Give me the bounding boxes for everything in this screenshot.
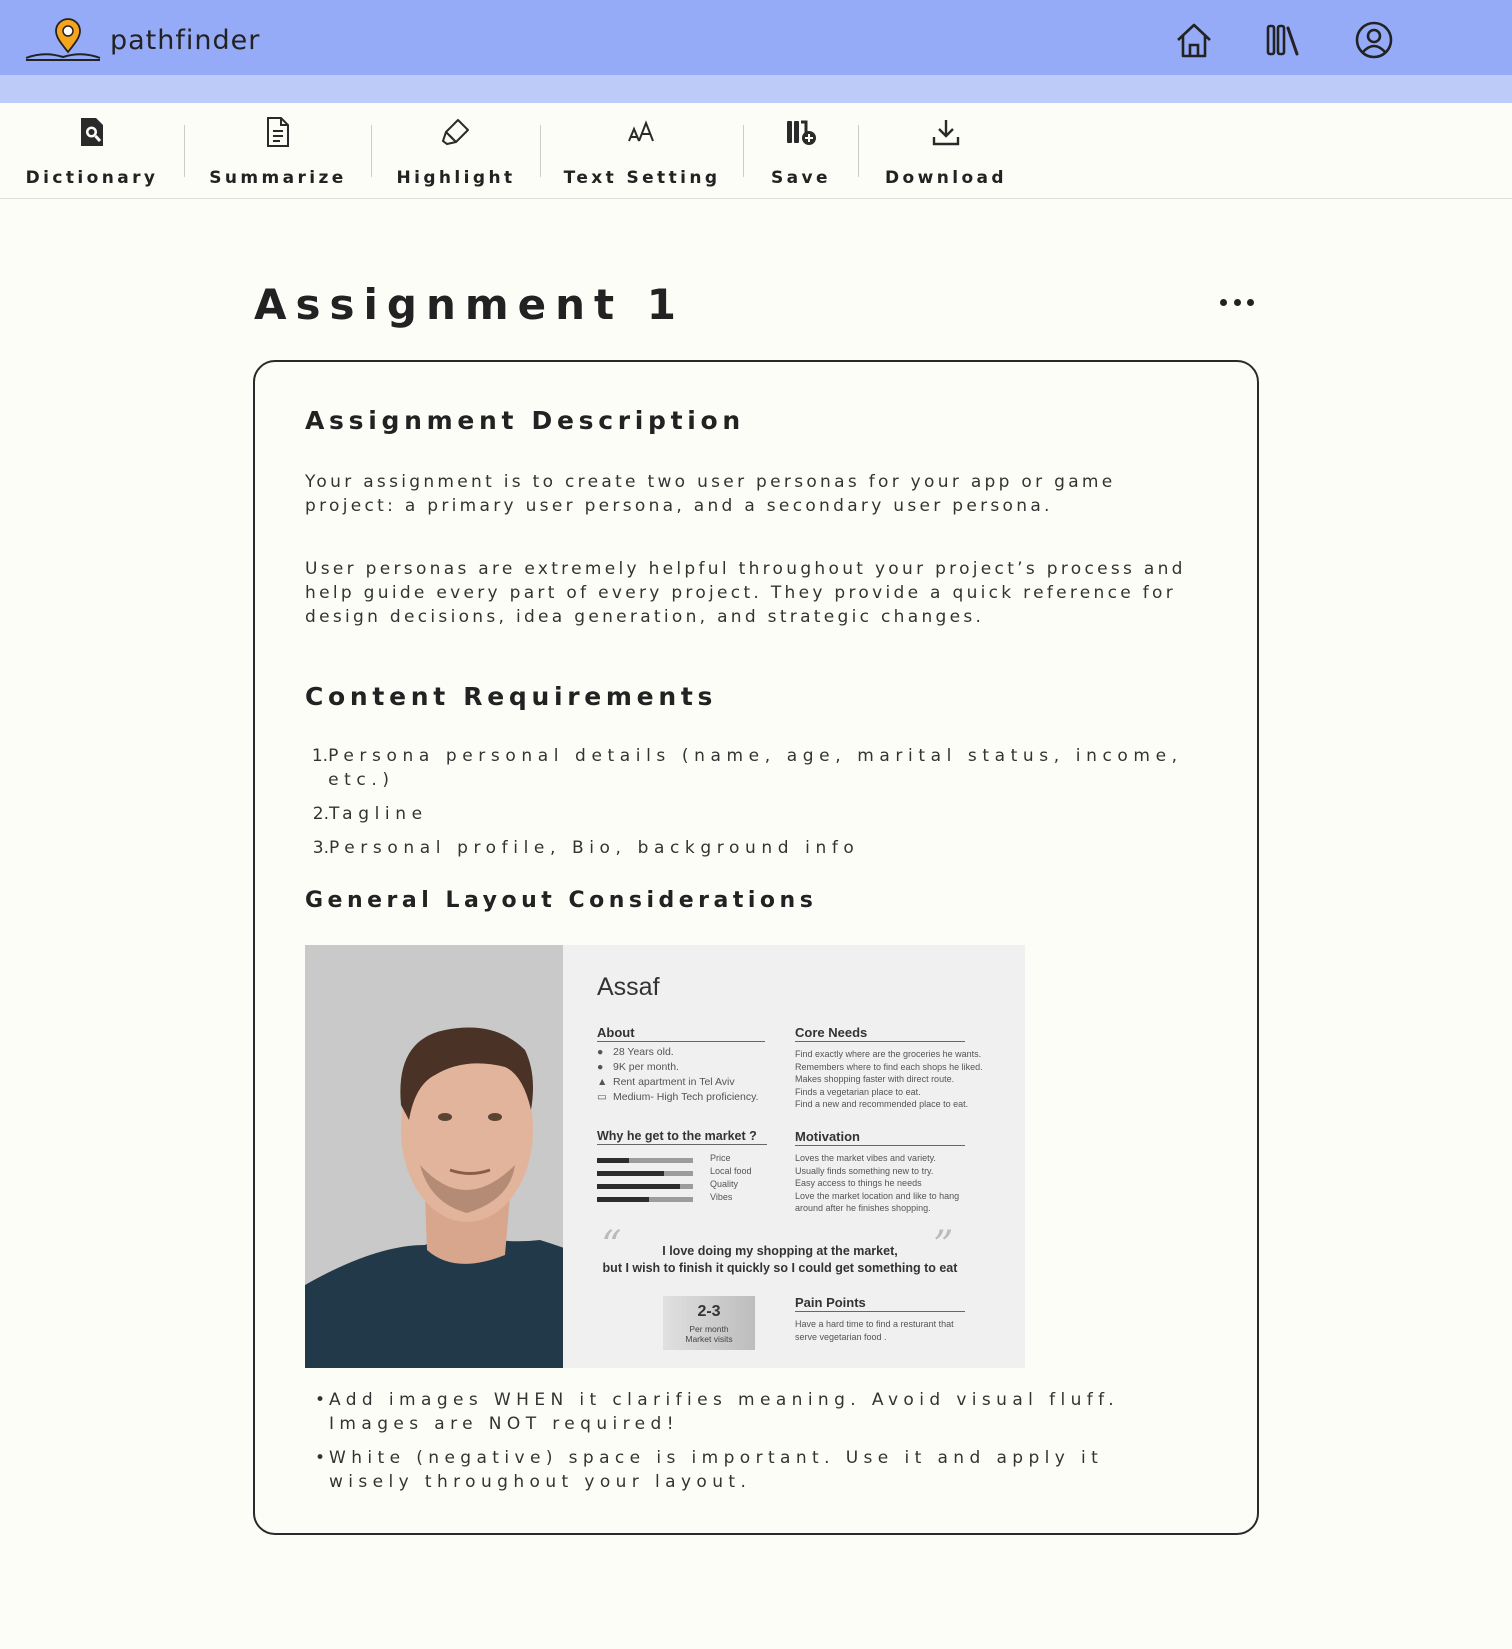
- persona-bar: [597, 1197, 693, 1202]
- ellipsis-dot-icon: [1247, 298, 1254, 306]
- persona-bar-fill: [597, 1184, 680, 1189]
- persona-motivation-item: Easy access to things he needs: [795, 1178, 922, 1189]
- ellipsis-dot-icon: [1220, 298, 1227, 306]
- monitor-icon: ▭: [597, 1091, 607, 1103]
- persona-pain-points-item: Have a hard time to find a resturant tha…: [795, 1319, 954, 1329]
- persona-bar: [597, 1158, 693, 1163]
- persona-bar-fill: [597, 1158, 629, 1163]
- persona-core-needs-item: Finds a vegetarian place to eat.: [795, 1086, 921, 1097]
- pathfinder-logo-icon: [25, 18, 101, 61]
- persona-quote-line: I love doing my shopping at the market,: [662, 1244, 898, 1258]
- list-item: 3. Personal profile, Bio, background info: [312, 838, 860, 858]
- assignment-card: Assignment Description Your assignment i…: [253, 360, 1259, 1535]
- section-heading-layout: General Layout Considerations: [305, 888, 818, 913]
- persona-motivation-item: Usually finds something new to try.: [795, 1165, 934, 1176]
- house-icon: ▲: [597, 1076, 608, 1088]
- account-icon[interactable]: [1354, 20, 1394, 60]
- brand-logo[interactable]: pathfinder: [24, 18, 260, 62]
- persona-about-heading: About: [597, 1025, 765, 1042]
- persona-quote: I love doing my shopping at the market, …: [597, 1243, 963, 1277]
- text-size-icon: [628, 120, 654, 142]
- document-icon: [267, 117, 289, 147]
- description-paragraph-2: User personas are extremely helpful thro…: [305, 559, 1186, 627]
- save-button[interactable]: Save: [744, 103, 858, 198]
- persona-about-item: 9K per month.: [613, 1061, 679, 1073]
- persona-core-needs-item: Find exactly where are the groceries he …: [795, 1049, 982, 1059]
- highlighter-icon: [441, 119, 469, 146]
- tool-label-save: Save: [771, 168, 831, 188]
- text-setting-button[interactable]: Text Setting: [541, 103, 743, 198]
- persona-bar-label: Quality: [710, 1179, 739, 1189]
- persona-example-image: Assaf About ● 28 Years old. ● 9K per mon…: [305, 945, 1025, 1368]
- persona-bar-label: Vibes: [710, 1192, 733, 1202]
- persona-core-needs-item: Remembers where to find each shops he li…: [795, 1061, 983, 1072]
- persona-core-needs-heading: Core Needs: [795, 1025, 965, 1042]
- ellipsis-dot-icon: [1233, 298, 1241, 306]
- layout-bullet-list: • Add images WHEN it clarifies meaning. A…: [305, 1388, 1185, 1504]
- page-title: Assignment 1: [254, 280, 685, 329]
- person-icon: ●: [597, 1046, 604, 1058]
- list-item: • White (negative) space is important. Us…: [314, 1448, 1104, 1492]
- tool-label-dictionary: Dictionary: [25, 168, 159, 188]
- top-nav-bar: pathfinder: [0, 0, 1512, 75]
- requirements-list: 1. Persona personal details (name, age, m…: [305, 744, 1225, 870]
- more-options-button[interactable]: [1220, 290, 1254, 314]
- reader-toolbar: Dictionary Summarize Highlight Text Sett…: [0, 103, 1512, 199]
- persona-motivation-heading: Motivation: [795, 1129, 965, 1146]
- persona-motivation-item: around after he finishes shopping.: [795, 1203, 931, 1214]
- app-name: pathfinder: [110, 24, 261, 56]
- library-icon[interactable]: [1264, 20, 1304, 60]
- tool-label-highlight: Highlight: [396, 168, 516, 188]
- highlight-button[interactable]: Highlight: [372, 103, 540, 198]
- persona-quote-line: but I wish to finish it quickly so I cou…: [602, 1261, 958, 1275]
- persona-why-heading: Why he get to the market ?: [597, 1129, 767, 1145]
- persona-about-item: Medium- High Tech proficiency.: [613, 1091, 759, 1103]
- download-icon: [932, 120, 960, 146]
- persona-visits-box: 2-3 Per month Market visits: [663, 1296, 755, 1350]
- top-nav-accent-strip: [0, 75, 1512, 103]
- money-bag-icon: ●: [597, 1061, 604, 1073]
- description-paragraph-1: Your assignment is to create two user pe…: [305, 472, 1116, 516]
- persona-about-item: Rent apartment in Tel Aviv: [613, 1076, 735, 1088]
- list-item: 2. Tagline: [312, 804, 428, 824]
- tool-label-download: Download: [885, 168, 1007, 188]
- persona-motivation-item: Love the market location and like to han…: [795, 1190, 960, 1201]
- save-to-library-icon: [787, 120, 816, 145]
- home-icon[interactable]: [1174, 20, 1214, 60]
- download-button[interactable]: Download: [859, 103, 1033, 198]
- section-heading-requirements: Content Requirements: [305, 682, 718, 711]
- persona-visits-caption: Per month: [689, 1324, 729, 1334]
- persona-motivation-item: Loves the market vibes and variety.: [795, 1153, 936, 1163]
- persona-bar-fill: [597, 1171, 665, 1176]
- persona-bar-label: Local food: [710, 1166, 752, 1176]
- persona-pain-points-heading: Pain Points: [795, 1295, 965, 1312]
- list-item: • Add images WHEN it clarifies meaning. A…: [314, 1390, 1120, 1434]
- persona-pain-points-item: serve vegetarian food .: [795, 1331, 887, 1342]
- persona-visits-caption: Market visits: [685, 1334, 733, 1344]
- tool-label-summarize: Summarize: [209, 168, 347, 188]
- persona-bar-label: Price: [710, 1153, 731, 1163]
- persona-photo: [305, 945, 563, 1368]
- persona-core-needs-item: Makes shopping faster with direct route.: [795, 1074, 955, 1085]
- summarize-button[interactable]: Summarize: [185, 103, 371, 198]
- persona-name: Assaf: [597, 973, 660, 1001]
- section-heading-description: Assignment Description: [305, 406, 745, 435]
- dictionary-button[interactable]: Dictionary: [0, 103, 184, 198]
- list-item: 1. Persona personal details (name, age, m…: [311, 746, 1183, 790]
- tool-label-text-setting: Text Setting: [563, 168, 721, 188]
- dictionary-search-icon: [81, 118, 103, 146]
- persona-bar-fill: [597, 1197, 649, 1202]
- persona-about-item: 28 Years old.: [613, 1046, 674, 1058]
- persona-bar: [597, 1171, 693, 1176]
- persona-visits-number: 2-3: [697, 1303, 721, 1320]
- persona-core-needs-item: Find a new and recommended place to eat.: [795, 1099, 969, 1110]
- persona-bar: [597, 1184, 693, 1189]
